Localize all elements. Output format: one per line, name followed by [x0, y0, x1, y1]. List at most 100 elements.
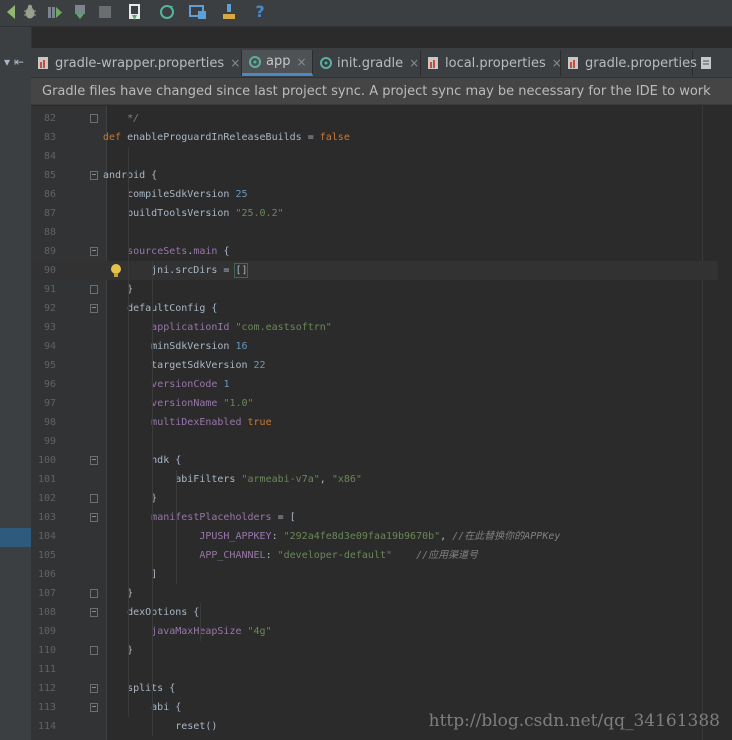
- fold-marker-icon[interactable]: [90, 285, 98, 294]
- code-line[interactable]: 93 applicationId "com.eastsoftrn": [31, 318, 732, 337]
- code-line[interactable]: 86 compileSdkVersion 25: [31, 185, 732, 204]
- tab-local-properties[interactable]: local.properties ×: [421, 50, 562, 76]
- code-line[interactable]: 106 ]: [31, 565, 732, 584]
- line-number: 99: [43, 436, 56, 447]
- code-line[interactable]: 108 dexOptions {: [31, 603, 732, 622]
- code-line[interactable]: 111: [31, 660, 732, 679]
- fold-marker-icon[interactable]: [90, 684, 98, 693]
- attach-debugger-icon[interactable]: [71, 3, 89, 21]
- line-number: 105: [37, 550, 56, 561]
- fold-marker-icon[interactable]: [90, 304, 98, 313]
- code-line[interactable]: 112 splits {: [31, 679, 732, 698]
- fold-marker-icon[interactable]: [90, 247, 98, 256]
- android-monitor-icon[interactable]: [220, 3, 238, 21]
- debug-icon[interactable]: [21, 3, 39, 21]
- code-line[interactable]: 102 }: [31, 489, 732, 508]
- close-icon[interactable]: ×: [296, 55, 306, 69]
- line-number: 88: [43, 227, 56, 238]
- code-line[interactable]: 97 versionName "1.0": [31, 394, 732, 413]
- help-icon[interactable]: ?: [251, 3, 269, 21]
- code-line[interactable]: 85 android {: [31, 166, 732, 185]
- collapse-icon[interactable]: ⇤: [14, 55, 24, 69]
- avd-manager-icon[interactable]: [189, 3, 207, 21]
- code-line[interactable]: 103 manifestPlaceholders = [: [31, 508, 732, 527]
- line-number: 108: [37, 607, 56, 618]
- code-line[interactable]: 92 defaultConfig {: [31, 299, 732, 318]
- close-icon[interactable]: ×: [230, 56, 240, 70]
- sdk-manager-icon[interactable]: [126, 3, 144, 21]
- line-number: 84: [43, 151, 56, 162]
- tab-label: gradle.properties: [585, 55, 697, 71]
- code-line[interactable]: 104 JPUSH_APPKEY: "292a4fe8d3e09faa19b96…: [31, 527, 732, 546]
- line-number: 109: [37, 626, 56, 637]
- run-arrow-icon[interactable]: [2, 3, 20, 21]
- code-line[interactable]: 101 abiFilters "armeabi-v7a", "x86": [31, 470, 732, 489]
- tab-init-gradle[interactable]: init.gradle ×: [313, 50, 421, 76]
- code-line[interactable]: 87 buildToolsVersion "25.0.2": [31, 204, 732, 223]
- line-number: 92: [43, 303, 56, 314]
- properties-file-icon: [427, 56, 441, 70]
- indent-guide: [152, 679, 153, 736]
- code-line[interactable]: 98 multiDexEnabled true: [31, 413, 732, 432]
- code-text: jni.srcDirs = []: [103, 265, 248, 276]
- code-line[interactable]: 95 targetSdkVersion 22: [31, 356, 732, 375]
- line-number: 112: [37, 683, 56, 694]
- code-editor[interactable]: 82 */ 83 def enableProguardInReleaseBuilds…: [31, 106, 732, 740]
- code-line[interactable]: 90 jni.srcDirs = []: [31, 261, 732, 280]
- line-number: 100: [37, 455, 56, 466]
- tab-gradle-properties[interactable]: gradle.properties×: [561, 50, 713, 76]
- properties-file-icon: [37, 56, 51, 70]
- fold-marker-icon[interactable]: [90, 494, 98, 503]
- code-line[interactable]: 89 sourceSets.main {: [31, 242, 732, 261]
- code-line[interactable]: 99: [31, 432, 732, 451]
- fold-marker-icon[interactable]: [90, 456, 98, 465]
- indent-guide: [176, 508, 177, 584]
- code-line[interactable]: 83 def enableProguardInReleaseBuilds = fa…: [31, 128, 732, 147]
- fold-marker-icon[interactable]: [90, 608, 98, 617]
- fold-marker-icon[interactable]: [90, 703, 98, 712]
- selected-tree-item[interactable]: [0, 528, 31, 547]
- code-text: android {: [103, 170, 158, 181]
- code-line[interactable]: 107 }: [31, 584, 732, 603]
- code-text: splits {: [103, 683, 176, 694]
- tab-app[interactable]: app ×: [242, 50, 313, 76]
- line-number: 87: [43, 208, 56, 219]
- project-panel-strip: ▾ ⇤: [0, 27, 32, 740]
- fold-marker-icon[interactable]: [90, 114, 98, 123]
- code-text: buildToolsVersion "25.0.2": [103, 208, 284, 219]
- run-coverage-icon[interactable]: [45, 3, 63, 21]
- dropdown-icon[interactable]: ▾: [4, 55, 10, 69]
- tab-gradle-wrapper-properties[interactable]: gradle-wrapper.properties ×: [31, 50, 242, 76]
- code-line[interactable]: 100 ndk {: [31, 451, 732, 470]
- tab-label: app: [266, 54, 291, 69]
- code-line[interactable]: 105 APP_CHANNEL: "developer-default" //应…: [31, 546, 732, 565]
- close-icon[interactable]: ×: [409, 56, 419, 70]
- more-tabs-icon[interactable]: [693, 50, 732, 76]
- sync-gradle-icon[interactable]: [158, 3, 176, 21]
- fold-marker-icon[interactable]: [90, 646, 98, 655]
- code-line[interactable]: 84: [31, 147, 732, 166]
- code-text: manifestPlaceholders = [: [151, 512, 296, 523]
- line-number: 103: [37, 512, 56, 523]
- line-number: 98: [43, 417, 56, 428]
- code-line[interactable]: 110 }: [31, 641, 732, 660]
- fold-marker-icon[interactable]: [90, 171, 98, 180]
- code-text: compileSdkVersion 25: [103, 189, 248, 200]
- code-text: APP_CHANNEL: "developer-default" //应用渠道号: [199, 550, 479, 561]
- line-number: 106: [37, 569, 56, 580]
- code-line[interactable]: 109 javaMaxHeapSize "4g": [31, 622, 732, 641]
- stop-icon[interactable]: [96, 3, 114, 21]
- code-line[interactable]: 82 */: [31, 109, 732, 128]
- fold-marker-icon[interactable]: [90, 589, 98, 598]
- code-line[interactable]: 94 minSdkVersion 16: [31, 337, 732, 356]
- line-number: 114: [37, 721, 56, 732]
- code-line[interactable]: 88: [31, 223, 732, 242]
- fold-marker-icon[interactable]: [90, 513, 98, 522]
- code-line[interactable]: 96 versionCode 1: [31, 375, 732, 394]
- code-text: applicationId "com.eastsoftrn": [151, 322, 332, 333]
- code-line[interactable]: 91 }: [31, 280, 732, 299]
- editor-scrollbar[interactable]: [718, 106, 732, 740]
- tab-label: init.gradle: [337, 55, 404, 71]
- editor-tab-bar: gradle-wrapper.properties × app × init.gradl…: [31, 48, 732, 78]
- code-text: abi {: [103, 702, 182, 713]
